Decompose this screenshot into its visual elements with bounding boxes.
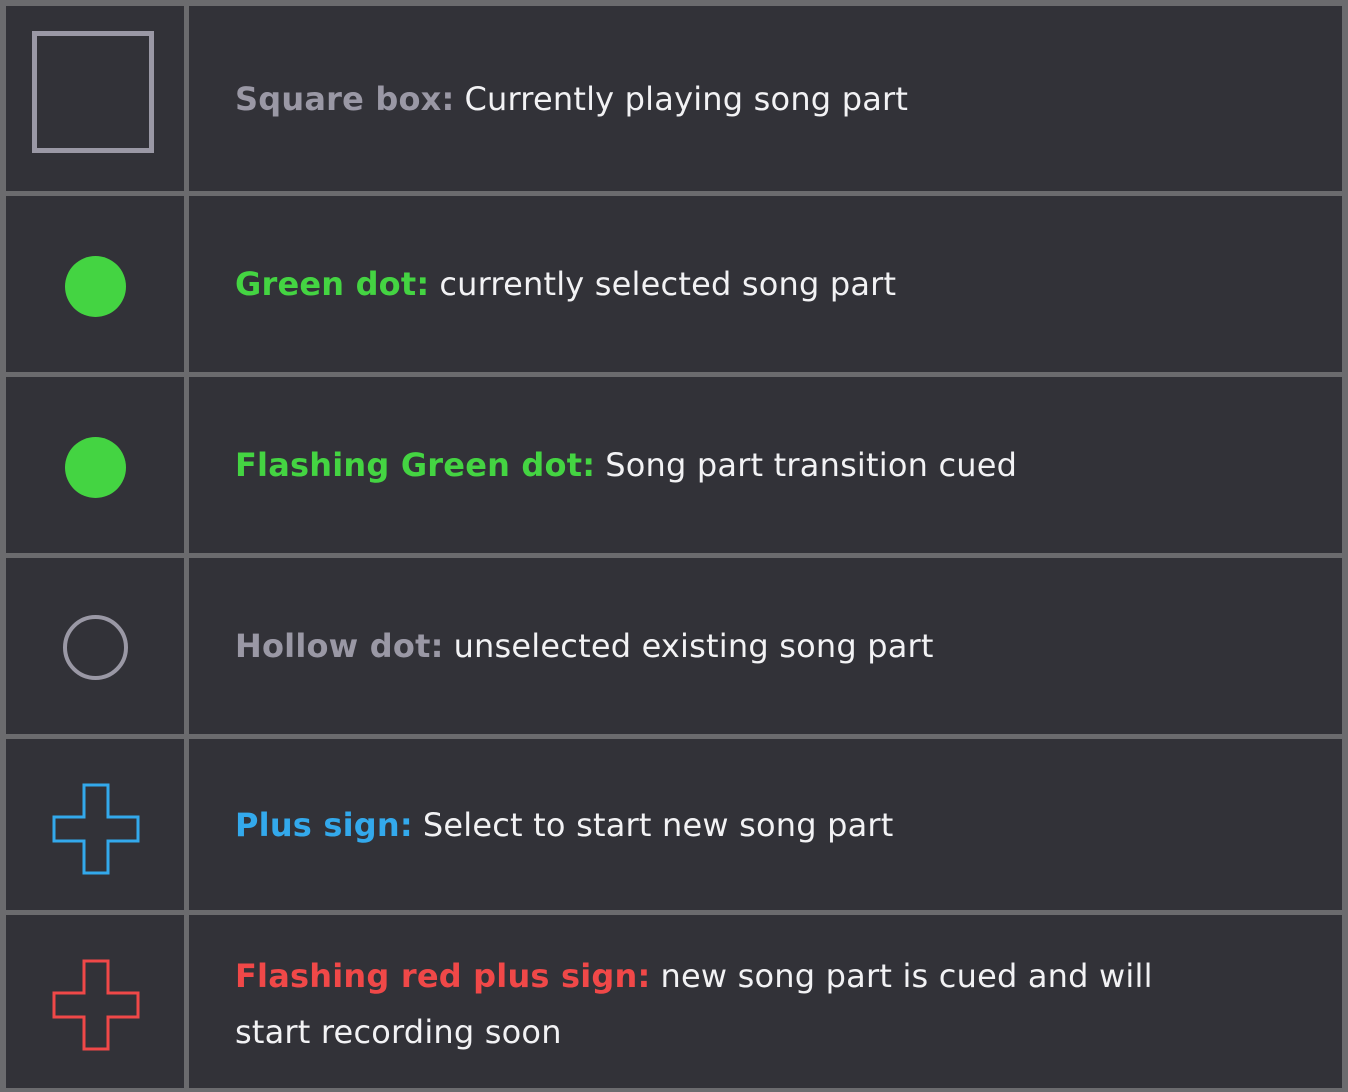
- column-divider: [184, 196, 189, 372]
- legend-row-green-dot: Green dot: currently selected song part: [6, 191, 1342, 372]
- green-dot-icon: [65, 256, 126, 317]
- flashing-green-dot-icon: [65, 437, 126, 498]
- legend-row-hollow-dot: Hollow dot: unselected existing song part: [6, 553, 1342, 734]
- square-box-icon: [32, 31, 154, 153]
- legend-row-flashing-red-plus-sign: Flashing red plus sign: new song part is …: [6, 910, 1342, 1092]
- column-divider: [184, 377, 189, 553]
- hollow-dot-icon: [63, 615, 128, 680]
- legend-text-cell: Flashing Green dot: Song part transition …: [235, 377, 1322, 553]
- legend-description: Song part transition cued: [605, 446, 1018, 484]
- legend-label: Flashing Green dot:: [235, 446, 596, 484]
- legend-description: unselected existing song part: [453, 627, 934, 665]
- legend-row-flashing-green-dot: Flashing Green dot: Song part transition …: [6, 372, 1342, 553]
- legend-icon-cell: [6, 377, 184, 553]
- legend-icon-cell: [6, 739, 184, 910]
- legend-row-square-box: Square box: Currently playing song part: [6, 6, 1342, 191]
- legend-label: Plus sign:: [235, 805, 413, 844]
- legend-label: Square box:: [235, 79, 455, 118]
- column-divider: [184, 558, 189, 734]
- column-divider: [184, 915, 189, 1092]
- legend-icon-cell: [6, 915, 184, 1092]
- blue-plus-icon: [52, 783, 140, 875]
- red-plus-icon: [52, 959, 140, 1051]
- legend-description: Currently playing song part: [464, 79, 909, 118]
- legend-label: Flashing red plus sign:: [235, 956, 651, 995]
- legend-text-cell: Plus sign: Select to start new song part: [235, 739, 1322, 910]
- song-part-legend-table: Square box: Currently playing song part G…: [0, 0, 1348, 1092]
- legend-icon-cell: [6, 6, 184, 191]
- column-divider: [184, 6, 189, 191]
- legend-text-cell: Square box: Currently playing song part: [235, 6, 1322, 191]
- legend-icon-cell: [6, 558, 184, 734]
- legend-text-cell: Flashing red plus sign: new song part is …: [235, 915, 1322, 1092]
- legend-icon-cell: [6, 196, 184, 372]
- legend-row-plus-sign: Plus sign: Select to start new song part: [6, 734, 1342, 910]
- legend-label: Hollow dot:: [235, 627, 444, 665]
- column-divider: [184, 739, 189, 910]
- legend-label: Green dot:: [235, 265, 430, 303]
- legend-description: Select to start new song part: [422, 805, 894, 844]
- legend-description: currently selected song part: [439, 265, 897, 303]
- legend-text-cell: Hollow dot: unselected existing song part: [235, 558, 1322, 734]
- legend-text-cell: Green dot: currently selected song part: [235, 196, 1322, 372]
